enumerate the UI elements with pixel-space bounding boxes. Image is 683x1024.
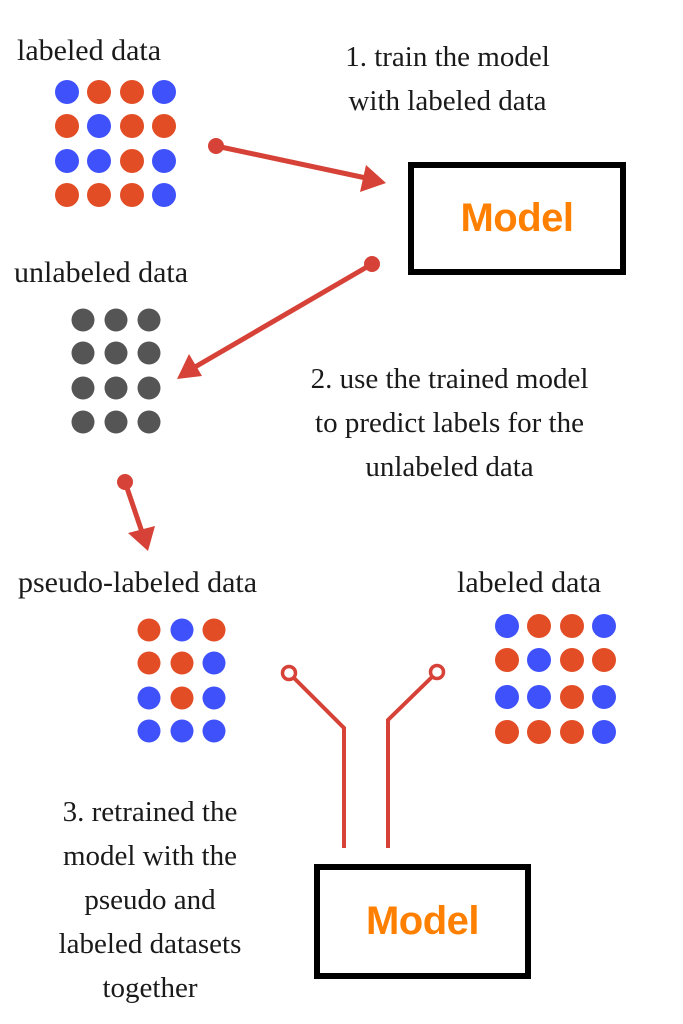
step2-line: to predict labels for the xyxy=(315,407,584,439)
blue-data-point xyxy=(152,80,176,104)
arrow-train-icon xyxy=(208,138,386,192)
model-box-top: Model xyxy=(408,162,626,275)
blue-data-point xyxy=(495,614,519,638)
blue-data-point xyxy=(202,686,226,710)
red-data-point xyxy=(120,80,144,104)
red-data-point xyxy=(137,651,161,675)
step2-caption: 2. use the trained model to predict labe… xyxy=(252,357,647,489)
blue-data-point xyxy=(592,720,616,744)
gray-data-point xyxy=(104,308,128,332)
blue-data-point xyxy=(87,114,111,138)
step3-line: pseudo and xyxy=(84,884,216,916)
step3-line: 3. retrained the xyxy=(62,796,238,828)
red-data-point xyxy=(87,183,111,207)
red-data-point xyxy=(55,183,79,207)
step3-line: labeled datasets xyxy=(58,928,242,960)
blue-data-point xyxy=(170,719,194,743)
model-box-bottom: Model xyxy=(314,864,531,979)
blue-data-point xyxy=(527,648,551,672)
unlabeled-data-label: unlabeled data xyxy=(14,256,189,289)
blue-data-point xyxy=(202,651,226,675)
red-data-point xyxy=(120,149,144,173)
red-data-point xyxy=(560,648,584,672)
step3-line: together xyxy=(102,972,198,1004)
labeled-data-label-bottom: labeled data xyxy=(457,566,602,599)
semi-supervised-diagram: labeled data unlabeled data pseudo-label… xyxy=(0,0,683,1024)
gray-data-point xyxy=(71,376,95,400)
labeled-data-grid-bottom xyxy=(495,614,616,744)
gray-data-point xyxy=(71,341,95,365)
blue-data-point xyxy=(55,80,79,104)
red-data-point xyxy=(527,720,551,744)
step1-caption: 1. train the model with labeled data xyxy=(300,35,595,123)
red-data-point xyxy=(592,648,616,672)
gray-data-point xyxy=(71,308,95,332)
blue-data-point xyxy=(137,686,161,710)
step2-line: 2. use the trained model xyxy=(310,363,589,395)
step1-line: with labeled data xyxy=(348,85,547,117)
blue-data-point xyxy=(202,719,226,743)
red-data-point xyxy=(560,685,584,709)
red-data-point xyxy=(495,648,519,672)
red-data-point xyxy=(560,720,584,744)
red-data-point xyxy=(170,651,194,675)
labeled-data-grid-top xyxy=(55,80,176,207)
step1-line: 1. train the model xyxy=(345,41,550,73)
red-data-point xyxy=(55,114,79,138)
blue-data-point xyxy=(137,719,161,743)
pseudo-labeled-data-label: pseudo-labeled data xyxy=(18,566,258,599)
red-data-point xyxy=(527,614,551,638)
gray-data-point xyxy=(104,376,128,400)
labeled-data-label-top: labeled data xyxy=(17,34,162,67)
blue-data-point xyxy=(152,183,176,207)
red-data-point xyxy=(120,183,144,207)
gray-data-point xyxy=(137,376,161,400)
connector-pseudo-icon xyxy=(280,664,346,848)
red-data-point xyxy=(87,80,111,104)
connector-labeled-icon xyxy=(386,663,446,848)
step3-line: model with the xyxy=(63,840,237,872)
arrow-pseudo-icon xyxy=(117,474,155,551)
red-data-point xyxy=(120,114,144,138)
red-data-point xyxy=(170,686,194,710)
blue-data-point xyxy=(592,685,616,709)
blue-data-point xyxy=(152,149,176,173)
blue-data-point xyxy=(55,149,79,173)
step3-caption: 3. retrained the model with the pseudo a… xyxy=(10,790,290,1010)
blue-data-point xyxy=(87,149,111,173)
red-data-point xyxy=(495,720,519,744)
gray-data-point xyxy=(137,341,161,365)
pseudo-labeled-data-grid xyxy=(137,618,226,743)
blue-data-point xyxy=(495,685,519,709)
model-label-bottom: Model xyxy=(365,899,480,943)
gray-data-point xyxy=(137,410,161,434)
red-data-point xyxy=(152,114,176,138)
step2-line: unlabeled data xyxy=(365,451,534,483)
blue-data-point xyxy=(170,618,194,642)
red-data-point xyxy=(202,618,226,642)
red-data-point xyxy=(137,618,161,642)
model-label-top: Model xyxy=(460,196,574,240)
gray-data-point xyxy=(137,308,161,332)
red-data-point xyxy=(560,614,584,638)
unlabeled-data-grid xyxy=(71,308,161,434)
blue-data-point xyxy=(592,614,616,638)
blue-data-point xyxy=(527,685,551,709)
gray-data-point xyxy=(104,341,128,365)
gray-data-point xyxy=(104,410,128,434)
gray-data-point xyxy=(71,410,95,434)
